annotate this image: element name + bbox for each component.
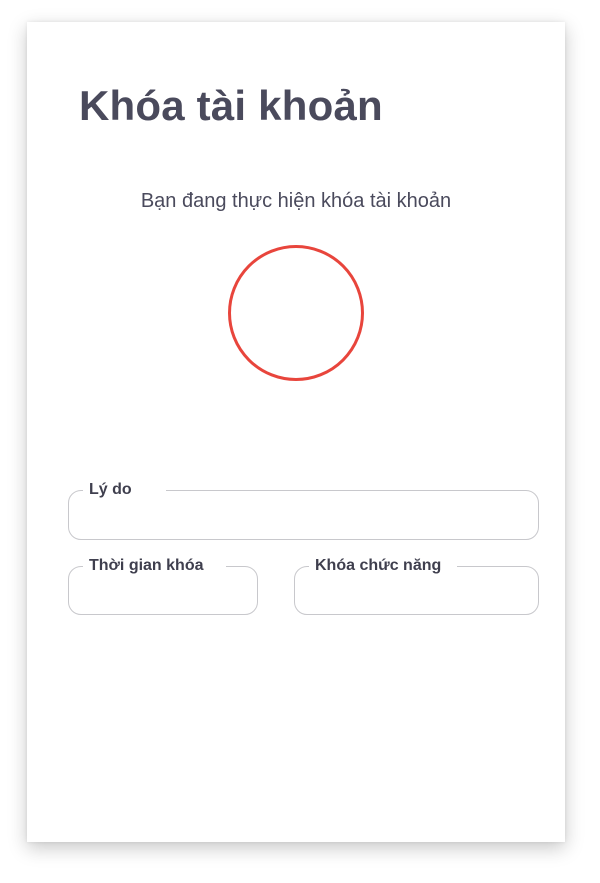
lock-account-dialog: Khóa tài khoản Bạn đang thực hiện khóa t… [27, 22, 565, 842]
reason-label: Lý do [83, 480, 166, 500]
lock-duration-field[interactable]: Thời gian khóa [68, 556, 258, 615]
lock-function-field[interactable]: Khóa chức năng [294, 556, 539, 615]
lock-duration-label: Thời gian khóa [83, 556, 226, 576]
status-ring-icon [228, 245, 364, 381]
reason-field[interactable]: Lý do [68, 480, 539, 540]
dialog-message: Bạn đang thực hiện khóa tài khoản [140, 190, 452, 212]
lock-function-label: Khóa chức năng [309, 556, 458, 576]
dialog-title: Khóa tài khoản [79, 82, 383, 129]
